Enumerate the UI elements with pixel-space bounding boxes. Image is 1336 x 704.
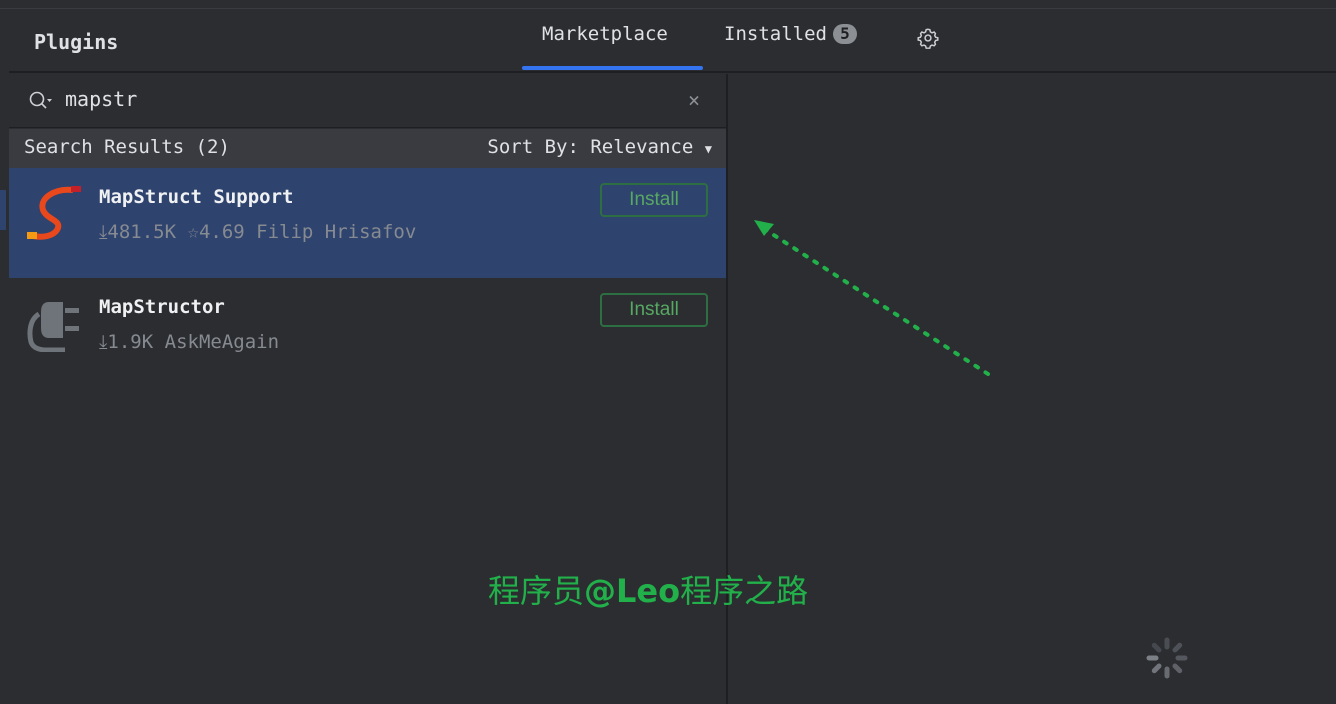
results-header: Search Results (2) Sort By: Relevance ▼	[9, 129, 726, 168]
search-icon[interactable]	[28, 90, 54, 112]
close-icon[interactable]: ×	[688, 88, 700, 112]
download-count: 481.5K	[107, 221, 177, 243]
gear-icon[interactable]	[917, 27, 939, 49]
plugin-plug-icon	[27, 302, 79, 352]
page-title: Plugins	[34, 30, 119, 54]
loading-spinner-icon	[1146, 637, 1188, 679]
tab-marketplace[interactable]: Marketplace	[542, 23, 668, 45]
list-item[interactable]: MapStruct Support ⤓481.5K ☆4.69 Filip Hr…	[9, 168, 726, 278]
watermark: 程序员@Leo程序之路	[488, 566, 808, 612]
download-count: 1.9K	[107, 331, 154, 353]
watermark-suffix: 程序之路	[680, 572, 809, 610]
results-count: Search Results (2)	[24, 136, 230, 158]
rating: 4.69	[198, 221, 245, 243]
watermark-prefix: 程序员	[488, 572, 585, 610]
tab-installed[interactable]: Installed 5	[724, 23, 857, 45]
selection-marker	[0, 190, 6, 230]
plugin-name: MapStruct Support	[99, 186, 294, 208]
annotation-arrow	[754, 220, 990, 376]
window-top-strip	[0, 0, 1336, 9]
mapstruct-logo-icon	[27, 186, 81, 240]
watermark-handle: @Leo	[584, 572, 681, 610]
installed-count-badge: 5	[832, 24, 857, 44]
install-button[interactable]: Install	[600, 183, 708, 217]
vendor: AskMeAgain	[164, 331, 280, 353]
list-item[interactable]: MapStructor ⤓1.9K AskMeAgain Install	[9, 278, 726, 388]
sort-label: Sort By: Relevance	[487, 136, 694, 158]
plugin-meta: ⤓1.9K AskMeAgain	[99, 331, 280, 353]
plugins-header: Plugins Marketplace Installed 5	[9, 9, 1336, 73]
plugin-meta: ⤓481.5K ☆4.69 Filip Hrisafov	[99, 221, 417, 243]
search-input[interactable]: mapstr	[65, 87, 137, 111]
vendor: Filip Hrisafov	[256, 221, 417, 243]
plugin-name: MapStructor	[99, 296, 225, 318]
chevron-down-icon: ▼	[704, 142, 712, 156]
active-tab-indicator	[522, 66, 703, 70]
sort-dropdown[interactable]: Sort By: Relevance ▼	[487, 136, 712, 158]
tab-installed-label: Installed	[724, 23, 827, 45]
search-bar[interactable]: mapstr ×	[9, 74, 726, 128]
install-button[interactable]: Install	[600, 293, 708, 327]
